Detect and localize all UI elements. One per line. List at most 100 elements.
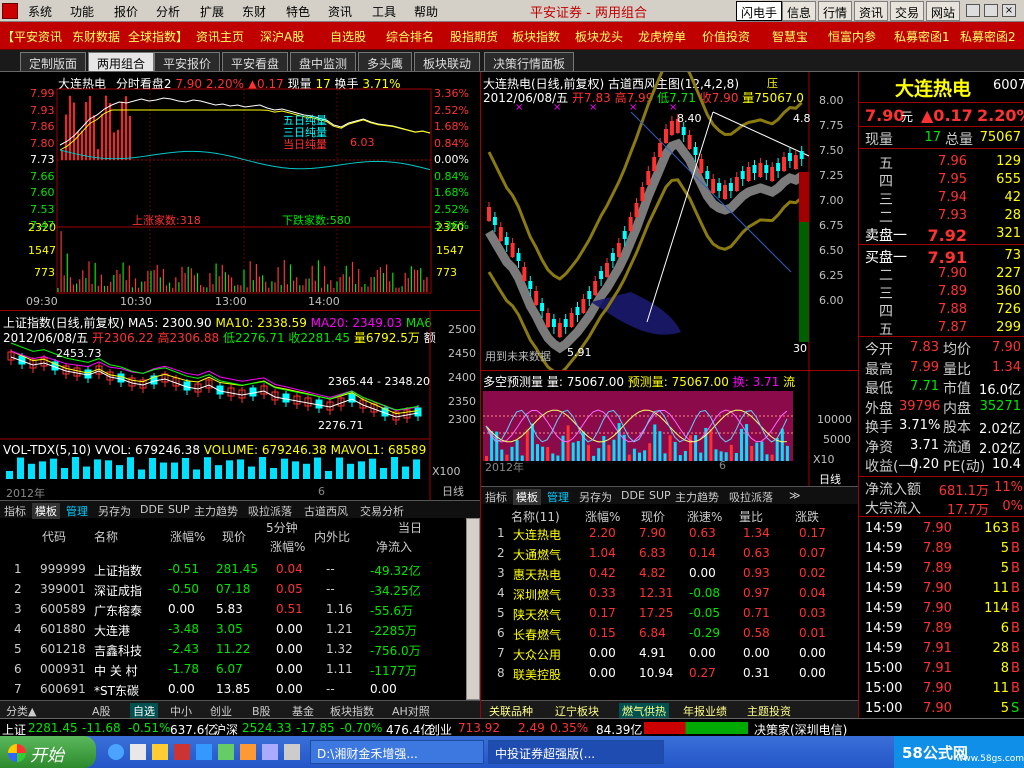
tab-dual-combo[interactable]: 两用组合 (88, 52, 155, 71)
table-row[interactable]: 4 601880 大连港 -3.48 3.05 0.00 1.21 -2285万 (0, 620, 466, 640)
quote-panel[interactable]: 大连热电 6007 7.90 元 ▲0.17 2.20% 现量 17 总量 75… (858, 72, 1024, 718)
tab-sector-link[interactable]: 板块联动 (414, 52, 481, 71)
tick-list[interactable]: 14:59 7.90 163 B 14:59 7.89 5 B 14:59 7.89 5 B 14:59… (859, 516, 1024, 718)
left-tab-trade-analysis[interactable]: 交易分析 (360, 503, 404, 519)
link-private-1[interactable]: 私募密函1 (894, 28, 950, 45)
left-tab-template[interactable]: 模板 (32, 503, 60, 519)
col-code[interactable]: 代码 (42, 528, 66, 545)
table-row[interactable]: 7 大众公用 0.00 4.91 0.00 0.00 0.00 (481, 644, 859, 664)
mid-tab-pull[interactable]: 吸拉派落 (729, 489, 773, 505)
table-row[interactable]: 4 深圳燃气 0.33 12.31 -0.08 0.97 0.04 (481, 584, 859, 604)
col-price[interactable]: 现价 (222, 528, 246, 545)
cat-tab-b-share[interactable]: B股 (252, 703, 271, 719)
link-global-index[interactable]: 全球指数】 (128, 28, 188, 45)
left-tab-manage[interactable]: 管理 (66, 503, 88, 519)
tab-intraday-monitor[interactable]: 盘中监测 (290, 52, 357, 71)
tab-bull-eagle[interactable]: 多头鹰 (358, 52, 413, 71)
ask-price[interactable]: 7.92 (923, 226, 967, 245)
ask-price[interactable]: 7.95 (923, 172, 967, 187)
cat-tab-sector-index[interactable]: 板块指数 (330, 703, 374, 719)
col-net-inflow[interactable]: 净流入 (376, 538, 412, 555)
menu-tools[interactable]: 工具 (372, 3, 396, 20)
website-button[interactable]: 网站 (926, 1, 961, 21)
mid-col-vol-ratio[interactable]: 量比 (739, 508, 763, 525)
tab-pingan-view[interactable]: 平安看盘 (222, 52, 289, 71)
app-icon-3[interactable] (218, 744, 234, 760)
menu-function[interactable]: 功能 (70, 3, 94, 20)
mid-tab-indicator[interactable]: 指标 (485, 489, 507, 505)
app-icon-5[interactable] (262, 744, 278, 760)
mid-stock-list[interactable]: 指标 模板 管理 另存为 DDE SUP 主力趋势 吸拉派落 ≫ 名称(11) … (480, 486, 859, 719)
left-tab-indicator[interactable]: 指标 (4, 503, 26, 519)
mid-tab-main-trend[interactable]: 主力趋势 (675, 489, 719, 505)
bid-price[interactable]: 7.89 (923, 284, 967, 299)
mid-col-speed[interactable]: 涨速% (687, 508, 722, 525)
table-row[interactable]: 7 600691 *ST东碳 0.00 13.85 0.00 -- 0.00 (0, 680, 466, 700)
mid-tab-more[interactable]: ≫ (789, 489, 801, 502)
left-tab-gudao[interactable]: 古道西风 (304, 503, 348, 519)
cat-tab-sme[interactable]: 中小 (170, 703, 192, 719)
left-tab-sup[interactable]: SUP (168, 503, 190, 516)
left-tab-dde[interactable]: DDE (140, 503, 164, 516)
flash-hand-button[interactable]: 闪电手 (736, 1, 783, 21)
link-private-2[interactable]: 私募密函2 (960, 28, 1016, 45)
maximize-icon[interactable] (984, 4, 998, 17)
app-icon-4[interactable] (240, 744, 256, 760)
table-row[interactable]: 6 长春燃气 0.15 6.84 -0.29 0.58 0.01 (481, 624, 859, 644)
bid-price[interactable]: 7.87 (923, 320, 967, 335)
table-row[interactable]: 6 000931 中 关 村 -1.78 6.07 0.00 1.11 -1177万 (0, 660, 466, 680)
cat-tab-watchlist[interactable]: 自选 (130, 703, 158, 719)
menu-analysis[interactable]: 分析 (156, 3, 180, 20)
close-icon[interactable]: × (1002, 4, 1016, 17)
menu-help[interactable]: 帮助 (414, 3, 438, 20)
left-tab-main-trend[interactable]: 主力趋势 (194, 503, 238, 519)
mid-col-name[interactable]: 名称(11) (511, 508, 560, 525)
sector-tab-liaoning[interactable]: 辽宁板块 (555, 703, 599, 719)
mid-tab-dde[interactable]: DDE (621, 489, 645, 502)
mid-col-chg[interactable]: 涨跌 (795, 508, 819, 525)
link-sh-sz-a[interactable]: 深沪A股 (260, 28, 304, 45)
menu-eastmoney[interactable]: 东财 (242, 3, 266, 20)
app-icon-1[interactable] (174, 744, 190, 760)
col-5min[interactable]: 5分钟 (266, 519, 298, 536)
cat-tab-fund[interactable]: 基金 (292, 703, 314, 719)
tab-custom-layout[interactable]: 定制版面 (20, 52, 87, 71)
mid-col-pct[interactable]: 涨幅% (585, 508, 620, 525)
mid-tab-sup[interactable]: SUP (649, 489, 671, 502)
menu-system[interactable]: 系统 (28, 3, 52, 20)
left-tab-saveas[interactable]: 另存为 (98, 503, 131, 519)
table-row[interactable]: 2 大通燃气 1.04 6.83 0.14 0.63 0.07 (481, 544, 859, 564)
table-row[interactable]: 3 600589 广东榕泰 0.00 5.83 0.51 1.16 -55.6万 (0, 600, 466, 620)
ask-price[interactable]: 7.93 (923, 208, 967, 223)
sector-tab-related[interactable]: 关联品种 (489, 703, 533, 719)
link-watchlist[interactable]: 自选股 (330, 28, 366, 45)
left-list-scrollbar[interactable] (466, 518, 480, 700)
cat-tab-classify[interactable]: 分类▲ (6, 703, 36, 719)
menu-extend[interactable]: 扩展 (200, 3, 224, 20)
link-futures[interactable]: 股指期货 (450, 28, 498, 45)
col-today[interactable]: 当日 (398, 519, 422, 536)
link-sector-index[interactable]: 板块指数 (512, 28, 560, 45)
cat-tab-a-share[interactable]: A股 (92, 703, 111, 719)
link-smart[interactable]: 智慧宝 (772, 28, 808, 45)
taskbar-item-2[interactable]: 中投证券超强版(... (488, 740, 664, 764)
cat-tab-gem[interactable]: 创业 (210, 703, 232, 719)
ie-icon[interactable] (108, 744, 124, 760)
table-row[interactable]: 3 惠天热电 0.42 4.82 0.00 0.93 0.02 (481, 564, 859, 584)
link-news-home[interactable]: 资讯主页 (196, 28, 244, 45)
col-5min-pct[interactable]: 涨幅% (270, 538, 305, 555)
bid-price[interactable]: 7.88 (923, 302, 967, 317)
ask-price[interactable]: 7.96 (923, 154, 967, 169)
mid-tab-saveas[interactable]: 另存为 (579, 489, 612, 505)
link-sector-leader[interactable]: 板块龙头 (575, 28, 623, 45)
link-ranking[interactable]: 综合排名 (386, 28, 434, 45)
info-button[interactable]: 信息 (782, 1, 817, 21)
menu-special[interactable]: 特色 (286, 3, 310, 20)
menu-news[interactable]: 资讯 (328, 3, 352, 20)
sector-tab-gas-heat[interactable]: 燃气供热 (619, 703, 669, 719)
app-icon-2[interactable] (196, 744, 212, 760)
table-row[interactable]: 1 999999 上证指数 -0.51 281.45 0.04 -- -49.32亿 (0, 560, 466, 580)
menu-quote[interactable]: 报价 (114, 3, 138, 20)
left-stock-list[interactable]: 指标 模板 管理 另存为 DDE SUP 主力趋势 吸拉派落 古道西风 交易分析… (0, 500, 480, 719)
table-row[interactable]: 5 601218 吉鑫科技 -2.43 11.22 0.00 1.32 -756.0万 (0, 640, 466, 660)
